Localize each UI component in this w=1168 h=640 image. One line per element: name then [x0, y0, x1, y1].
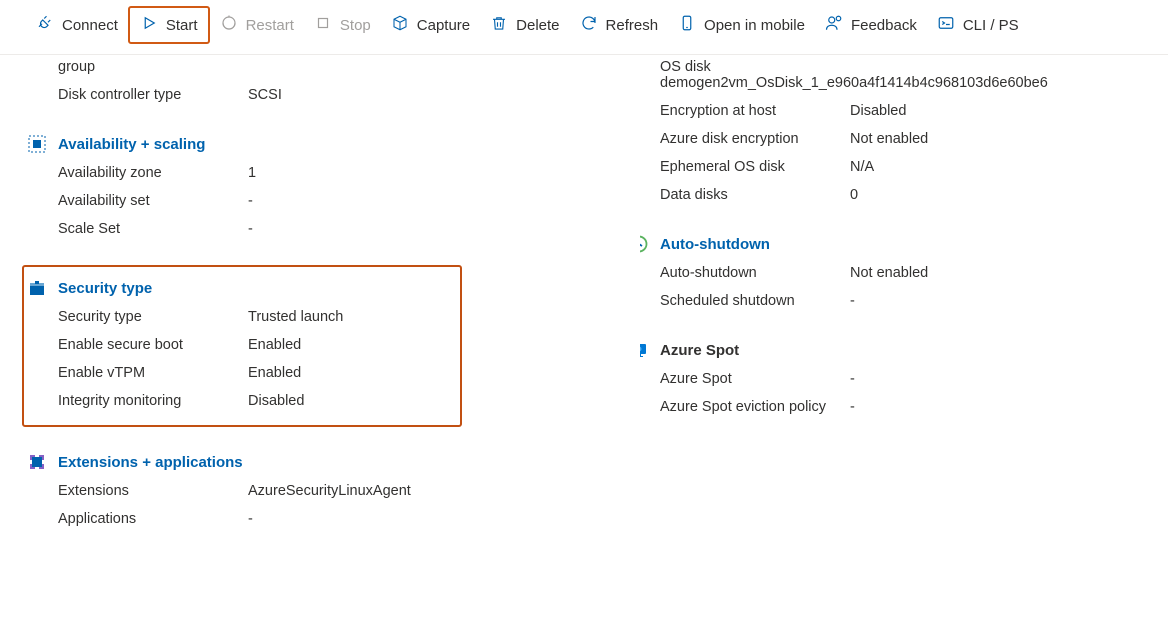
refresh-icon — [580, 14, 598, 36]
toolbar: Connect Start Restart Stop Capture Delet… — [0, 0, 1168, 55]
cli-button[interactable]: CLI / PS — [927, 8, 1029, 42]
disk-controller-label: Disk controller type — [58, 87, 248, 103]
monitor-icon — [640, 341, 650, 359]
azure-disk-encryption-row: Azure disk encryption Not enabled — [660, 125, 1168, 153]
os-disk-label-row: OS disk — [660, 57, 1168, 75]
disk-controller-value: SCSI — [248, 87, 282, 103]
plug-icon — [36, 14, 54, 36]
mobile-icon — [678, 14, 696, 36]
clock-icon — [640, 235, 650, 253]
left-column: group Disk controller type SCSI Availabi… — [0, 57, 640, 533]
extensions-icon — [26, 453, 48, 471]
open-in-mobile-button[interactable]: Open in mobile — [668, 8, 815, 42]
secure-boot-row: Enable secure boot Enabled — [58, 331, 448, 359]
start-highlight: Start — [128, 6, 210, 44]
azure-spot-title: Azure Spot — [660, 342, 739, 359]
os-disk-value: demogen2vm_OsDisk_1_e960a4f1414b4c968103… — [660, 75, 1168, 97]
availability-scaling-header: Availability + scaling — [58, 135, 640, 153]
extensions-apps-header: Extensions + applications — [58, 453, 640, 471]
availability-icon — [26, 135, 48, 153]
stop-button: Stop — [304, 8, 381, 42]
extensions-apps-title[interactable]: Extensions + applications — [58, 454, 243, 471]
applications-row: Applications - — [58, 505, 640, 533]
capture-button[interactable]: Capture — [381, 8, 480, 42]
feedback-icon — [825, 14, 843, 36]
group-label: group — [58, 59, 248, 75]
restart-label: Restart — [246, 17, 294, 34]
security-type-title[interactable]: Security type — [58, 280, 152, 297]
content: group Disk controller type SCSI Availabi… — [0, 55, 1168, 533]
delete-label: Delete — [516, 17, 559, 34]
capture-icon — [391, 14, 409, 36]
availability-set-row: Availability set - — [58, 187, 640, 215]
group-row: group — [58, 57, 640, 81]
eviction-policy-row: Azure Spot eviction policy - — [660, 393, 1168, 421]
vtpm-row: Enable vTPM Enabled — [58, 359, 448, 387]
ephemeral-os-disk-row: Ephemeral OS disk N/A — [660, 153, 1168, 181]
disk-controller-row: Disk controller type SCSI — [58, 81, 640, 109]
stop-label: Stop — [340, 17, 371, 34]
connect-button[interactable]: Connect — [26, 8, 128, 42]
play-icon — [140, 14, 158, 36]
refresh-label: Refresh — [606, 17, 659, 34]
open-in-mobile-label: Open in mobile — [704, 17, 805, 34]
auto-shutdown-row: Auto-shutdown Not enabled — [660, 259, 1168, 287]
stop-icon — [314, 14, 332, 36]
start-label: Start — [166, 17, 198, 34]
auto-shutdown-header: Auto-shutdown — [660, 235, 1168, 253]
capture-label: Capture — [417, 17, 470, 34]
security-type-row: Security type Trusted launch — [58, 303, 448, 331]
cli-label: CLI / PS — [963, 17, 1019, 34]
restart-icon — [220, 14, 238, 36]
security-type-highlight: Security type Security type Trusted laun… — [22, 265, 462, 427]
right-column: OS disk demogen2vm_OsDisk_1_e960a4f1414b… — [640, 57, 1168, 533]
data-disks-row: Data disks 0 — [660, 181, 1168, 209]
security-type-header: Security type — [58, 279, 448, 297]
feedback-button[interactable]: Feedback — [815, 8, 927, 42]
cli-icon — [937, 14, 955, 36]
integrity-monitoring-row: Integrity monitoring Disabled — [58, 387, 448, 415]
encryption-at-host-row: Encryption at host Disabled — [660, 97, 1168, 125]
feedback-label: Feedback — [851, 17, 917, 34]
availability-scaling-title[interactable]: Availability + scaling — [58, 136, 205, 153]
delete-button[interactable]: Delete — [480, 8, 569, 42]
azure-spot-header: Azure Spot — [660, 341, 1168, 359]
os-disk-label: OS disk — [660, 59, 850, 75]
trash-icon — [490, 14, 508, 36]
start-button[interactable]: Start — [130, 8, 208, 42]
restart-button: Restart — [210, 8, 304, 42]
scheduled-shutdown-row: Scheduled shutdown - — [660, 287, 1168, 315]
auto-shutdown-title[interactable]: Auto-shutdown — [660, 236, 770, 253]
scale-set-row: Scale Set - — [58, 215, 640, 243]
security-icon — [26, 279, 48, 297]
availability-zone-row: Availability zone 1 — [58, 159, 640, 187]
refresh-button[interactable]: Refresh — [570, 8, 669, 42]
extensions-row: Extensions AzureSecurityLinuxAgent — [58, 477, 640, 505]
azure-spot-row: Azure Spot - — [660, 365, 1168, 393]
connect-label: Connect — [62, 17, 118, 34]
